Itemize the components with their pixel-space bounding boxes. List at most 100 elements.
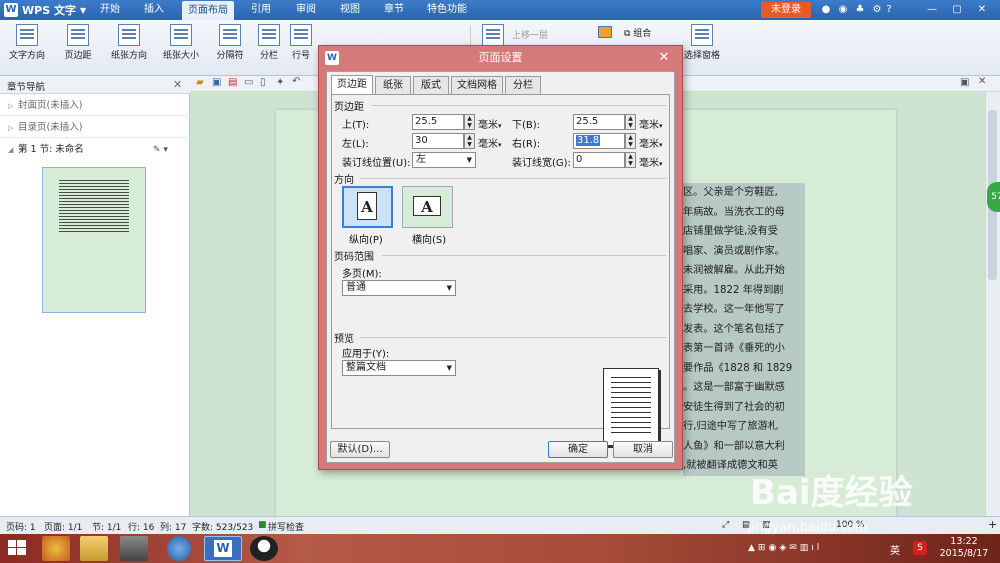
text-line: 人鱼》和一部以意大利 [683,436,805,456]
help-icon[interactable]: ? [879,3,899,17]
gutter-width-spinner[interactable]: ▲ ▼ [625,152,636,168]
left-margin-unit[interactable]: 毫米▾ [478,135,502,150]
ime-indicator[interactable]: 英 [890,542,900,557]
spell-check-toggle[interactable]: 拼写检查 [268,520,304,533]
top-margin-input[interactable]: 25.5 [412,114,464,130]
tab-special[interactable]: 特色功能 [418,0,476,20]
ok-button[interactable]: 确定 [548,441,608,458]
pane-icon[interactable]: ▣ [960,77,969,88]
tab-review[interactable]: 审阅 [288,0,324,20]
tab-view[interactable]: 视图 [332,0,368,20]
left-margin-spinner[interactable]: ▲ ▼ [464,133,475,149]
margins-button[interactable]: 页边距 [56,24,100,72]
apply-to-select[interactable]: 整篇文档 ▼ [342,360,456,376]
tab-references[interactable]: 引用 [243,0,279,20]
portrait-option[interactable]: A [342,186,393,228]
group-icon: ⧉ [624,29,634,39]
document-text[interactable]: 区。父亲是个穷鞋匠, 年病故。当洗衣工的母 店铺里做学徒,没有受 唱家、演员或剧… [683,183,805,476]
nav-item-cover[interactable]: ▷ 封面页(未插入) [0,96,190,116]
wps-writer-task[interactable]: W [204,536,242,561]
windows-start-icon[interactable] [8,540,26,556]
file-explorer-icon[interactable] [80,536,108,561]
taskbar-clock[interactable]: 13:22 2015/8/17 [930,536,998,560]
group-label-orientation: 方向 [334,175,354,186]
nav-section-1[interactable]: ◢ 第 1 节: 未命名 ✎ ▾ [0,140,190,160]
qq-icon[interactable] [250,536,278,561]
clock-date: 2015/8/17 [939,548,989,559]
cancel-button[interactable]: 取消 [613,441,673,458]
tab-layout[interactable]: 版式 [413,76,449,94]
gutter-width-unit[interactable]: 毫米▾ [639,154,663,169]
print-icon[interactable]: ▭ [244,77,253,88]
multiple-pages-select[interactable]: 普通 ▼ [342,280,456,296]
tab-columns[interactable]: 分栏 [505,76,541,94]
open-icon[interactable]: ▰ [196,77,204,88]
spell-check-icon: ■ [258,520,267,530]
separator-button[interactable]: 分隔符 [208,24,252,72]
sogou-icon[interactable]: S [913,541,927,555]
gutter-width-input[interactable]: 0 [573,152,625,168]
preview-lines [611,377,651,437]
tab-chapter[interactable]: 章节 [376,0,412,20]
fullscreen-icon[interactable]: ⤢ [722,520,729,530]
tab-margins[interactable]: 页边距 [331,75,373,95]
edit-icon[interactable]: ✎ ▾ [153,140,168,160]
select-pane-button[interactable]: 选择窗格 [682,24,722,72]
right-margin-unit[interactable]: 毫米▾ [639,135,663,150]
label-multiple-pages: 多页(M): [342,269,382,280]
system-tray-icons[interactable]: ▲⊞◉◈✉▥ıl [748,543,822,553]
minimize-icon[interactable]: — [925,3,939,17]
browser-icon[interactable] [167,536,191,561]
top-margin-spinner[interactable]: ▲ ▼ [464,114,475,130]
left-margin-input[interactable]: 30 [412,133,464,149]
shirt-icon[interactable]: ♣ [853,3,867,17]
save-icon[interactable]: ▣ [212,77,221,88]
app-tile-icon[interactable] [42,536,70,561]
right-margin-spinner[interactable]: ▲ ▼ [625,133,636,149]
group-button[interactable]: ⧉ 组合 [624,26,651,39]
fill-color-icon[interactable] [598,26,612,38]
tab-page-layout[interactable]: 页面布局 [182,1,234,20]
paper-size-button[interactable]: 纸张大小 [156,24,206,72]
gutter-position-select[interactable]: 左 ▼ [412,152,476,168]
share-icon[interactable]: ◉ [836,3,850,17]
print-preview-icon[interactable]: ▯ [260,77,266,88]
pdf-icon[interactable]: ▤ [228,77,237,88]
landscape-option[interactable]: A [402,186,453,228]
skin-icon[interactable]: ● [819,3,833,17]
text-direction-button[interactable]: 文字方向 [4,24,50,72]
undo-icon[interactable]: ↶ [292,76,300,87]
tab-insert[interactable]: 插入 [136,0,172,20]
preview-page [603,368,659,446]
tab-home[interactable]: 开始 [92,0,128,20]
bring-forward-button[interactable]: 上移一层 [512,28,548,41]
maximize-icon[interactable]: ▢ [950,3,964,17]
right-margin-input[interactable]: 31.8 [573,133,625,149]
text-line: 区。父亲是个穷鞋匠, [683,183,805,203]
bottom-margin-spinner[interactable]: ▲ ▼ [625,114,636,130]
page-orientation-icon [118,24,140,46]
close-icon[interactable]: ✕ [975,3,989,17]
login-button[interactable]: 未登录 [761,2,811,18]
line-number-button[interactable]: 行号 [286,24,316,72]
top-margin-unit[interactable]: 毫米▾ [478,116,502,131]
close-icon[interactable]: ✕ [173,78,182,91]
tab-paper[interactable]: 纸张 [375,76,411,94]
wps-logo[interactable]: W WPS 文字 ▼ [4,2,86,18]
default-button[interactable]: 默认(D)... [330,441,390,458]
nav-item-toc[interactable]: ▷ 目录页(未插入) [0,118,190,138]
format-painter-icon[interactable]: ✦ [276,77,284,88]
page-thumbnail[interactable] [42,167,146,313]
orientation-button[interactable]: 纸张方向 [104,24,154,72]
printer-app-icon[interactable] [120,536,148,561]
close-icon[interactable]: ✕ [978,76,986,87]
status-word-count[interactable]: 字数: 523/523 [192,520,253,533]
status-line: 行: 16 [128,523,155,533]
tab-doc-grid[interactable]: 文档网格 [451,76,503,94]
columns-button[interactable]: 分栏 [254,24,284,72]
bottom-margin-input[interactable]: 25.5 [573,114,625,130]
text-line: 发表。这个笔名包括了 [683,319,805,339]
floating-badge[interactable]: 57 [987,182,1000,212]
close-icon[interactable]: ✕ [652,50,676,66]
bottom-margin-unit[interactable]: 毫米▾ [639,116,663,131]
